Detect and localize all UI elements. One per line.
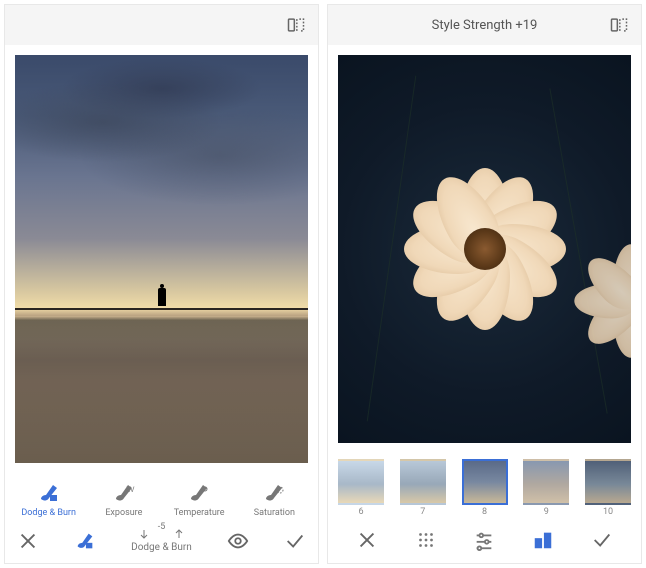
style-thumb-6[interactable]: 6 — [338, 459, 384, 517]
style-thumbnails-row[interactable]: 6 7 8 9 10 — [328, 453, 641, 519]
texture-icon[interactable] — [415, 529, 437, 551]
close-icon[interactable] — [356, 529, 378, 551]
bottom-action-bar — [328, 519, 641, 563]
sliders-icon[interactable] — [473, 529, 495, 551]
style-thumb-7[interactable]: 7 — [400, 459, 446, 517]
style-preview — [585, 459, 631, 505]
adjustment-indicator[interactable]: -5 Dodge & Burn — [131, 528, 192, 553]
confirm-icon[interactable] — [591, 529, 613, 551]
brush-tools-row: Dodge & Burn EV Exposure Temperature Sat… — [5, 473, 318, 522]
edited-photo — [15, 55, 308, 463]
style-id: 10 — [603, 507, 613, 517]
tool-label: Exposure — [105, 508, 142, 518]
editor-pane-brush: Dodge & Burn EV Exposure Temperature Sat… — [4, 4, 319, 564]
style-preview — [523, 459, 569, 505]
adjustment-value: -5 — [158, 523, 166, 533]
compare-icon[interactable] — [286, 15, 306, 35]
top-bar — [5, 5, 318, 45]
edited-photo — [338, 55, 631, 443]
confirm-icon[interactable] — [284, 530, 306, 552]
style-id: 8 — [482, 507, 487, 517]
tool-saturation[interactable]: Saturation — [242, 481, 306, 518]
tool-temperature[interactable]: Temperature — [167, 481, 231, 518]
tool-exposure[interactable]: EV Exposure — [92, 481, 156, 518]
top-bar: Style Strength +19 — [328, 5, 641, 45]
brush-temp-icon — [187, 481, 211, 505]
brush-mode-icon[interactable] — [74, 530, 96, 552]
image-canvas[interactable] — [328, 45, 641, 453]
adjustment-label: Dodge & Burn — [131, 542, 192, 553]
style-preview — [400, 459, 446, 505]
svg-text:EV: EV — [126, 486, 135, 494]
style-thumb-9[interactable]: 9 — [523, 459, 569, 517]
tool-label: Temperature — [174, 508, 225, 518]
style-preview — [462, 459, 508, 505]
style-id: 7 — [420, 507, 425, 517]
tool-label: Dodge & Burn — [21, 508, 76, 518]
close-icon[interactable] — [17, 530, 39, 552]
header-title: Style Strength +19 — [328, 18, 641, 33]
tool-dodge-burn[interactable]: Dodge & Burn — [17, 481, 81, 518]
editor-pane-styles: Style Strength +19 — [327, 4, 642, 564]
compare-icon[interactable] — [609, 15, 629, 35]
style-id: 6 — [358, 507, 363, 517]
styles-icon[interactable] — [532, 529, 554, 551]
brush-sat-icon — [262, 481, 286, 505]
image-canvas[interactable] — [5, 45, 318, 473]
bottom-action-bar: -5 Dodge & Burn — [5, 522, 318, 563]
style-thumb-8[interactable]: 8 — [462, 459, 508, 517]
style-id: 9 — [544, 507, 549, 517]
brush-ev-icon: EV — [112, 481, 136, 505]
tool-label: Saturation — [254, 508, 295, 518]
brush-icon — [37, 481, 61, 505]
eye-icon[interactable] — [227, 530, 249, 552]
style-preview — [338, 459, 384, 505]
style-thumb-10[interactable]: 10 — [585, 459, 631, 517]
